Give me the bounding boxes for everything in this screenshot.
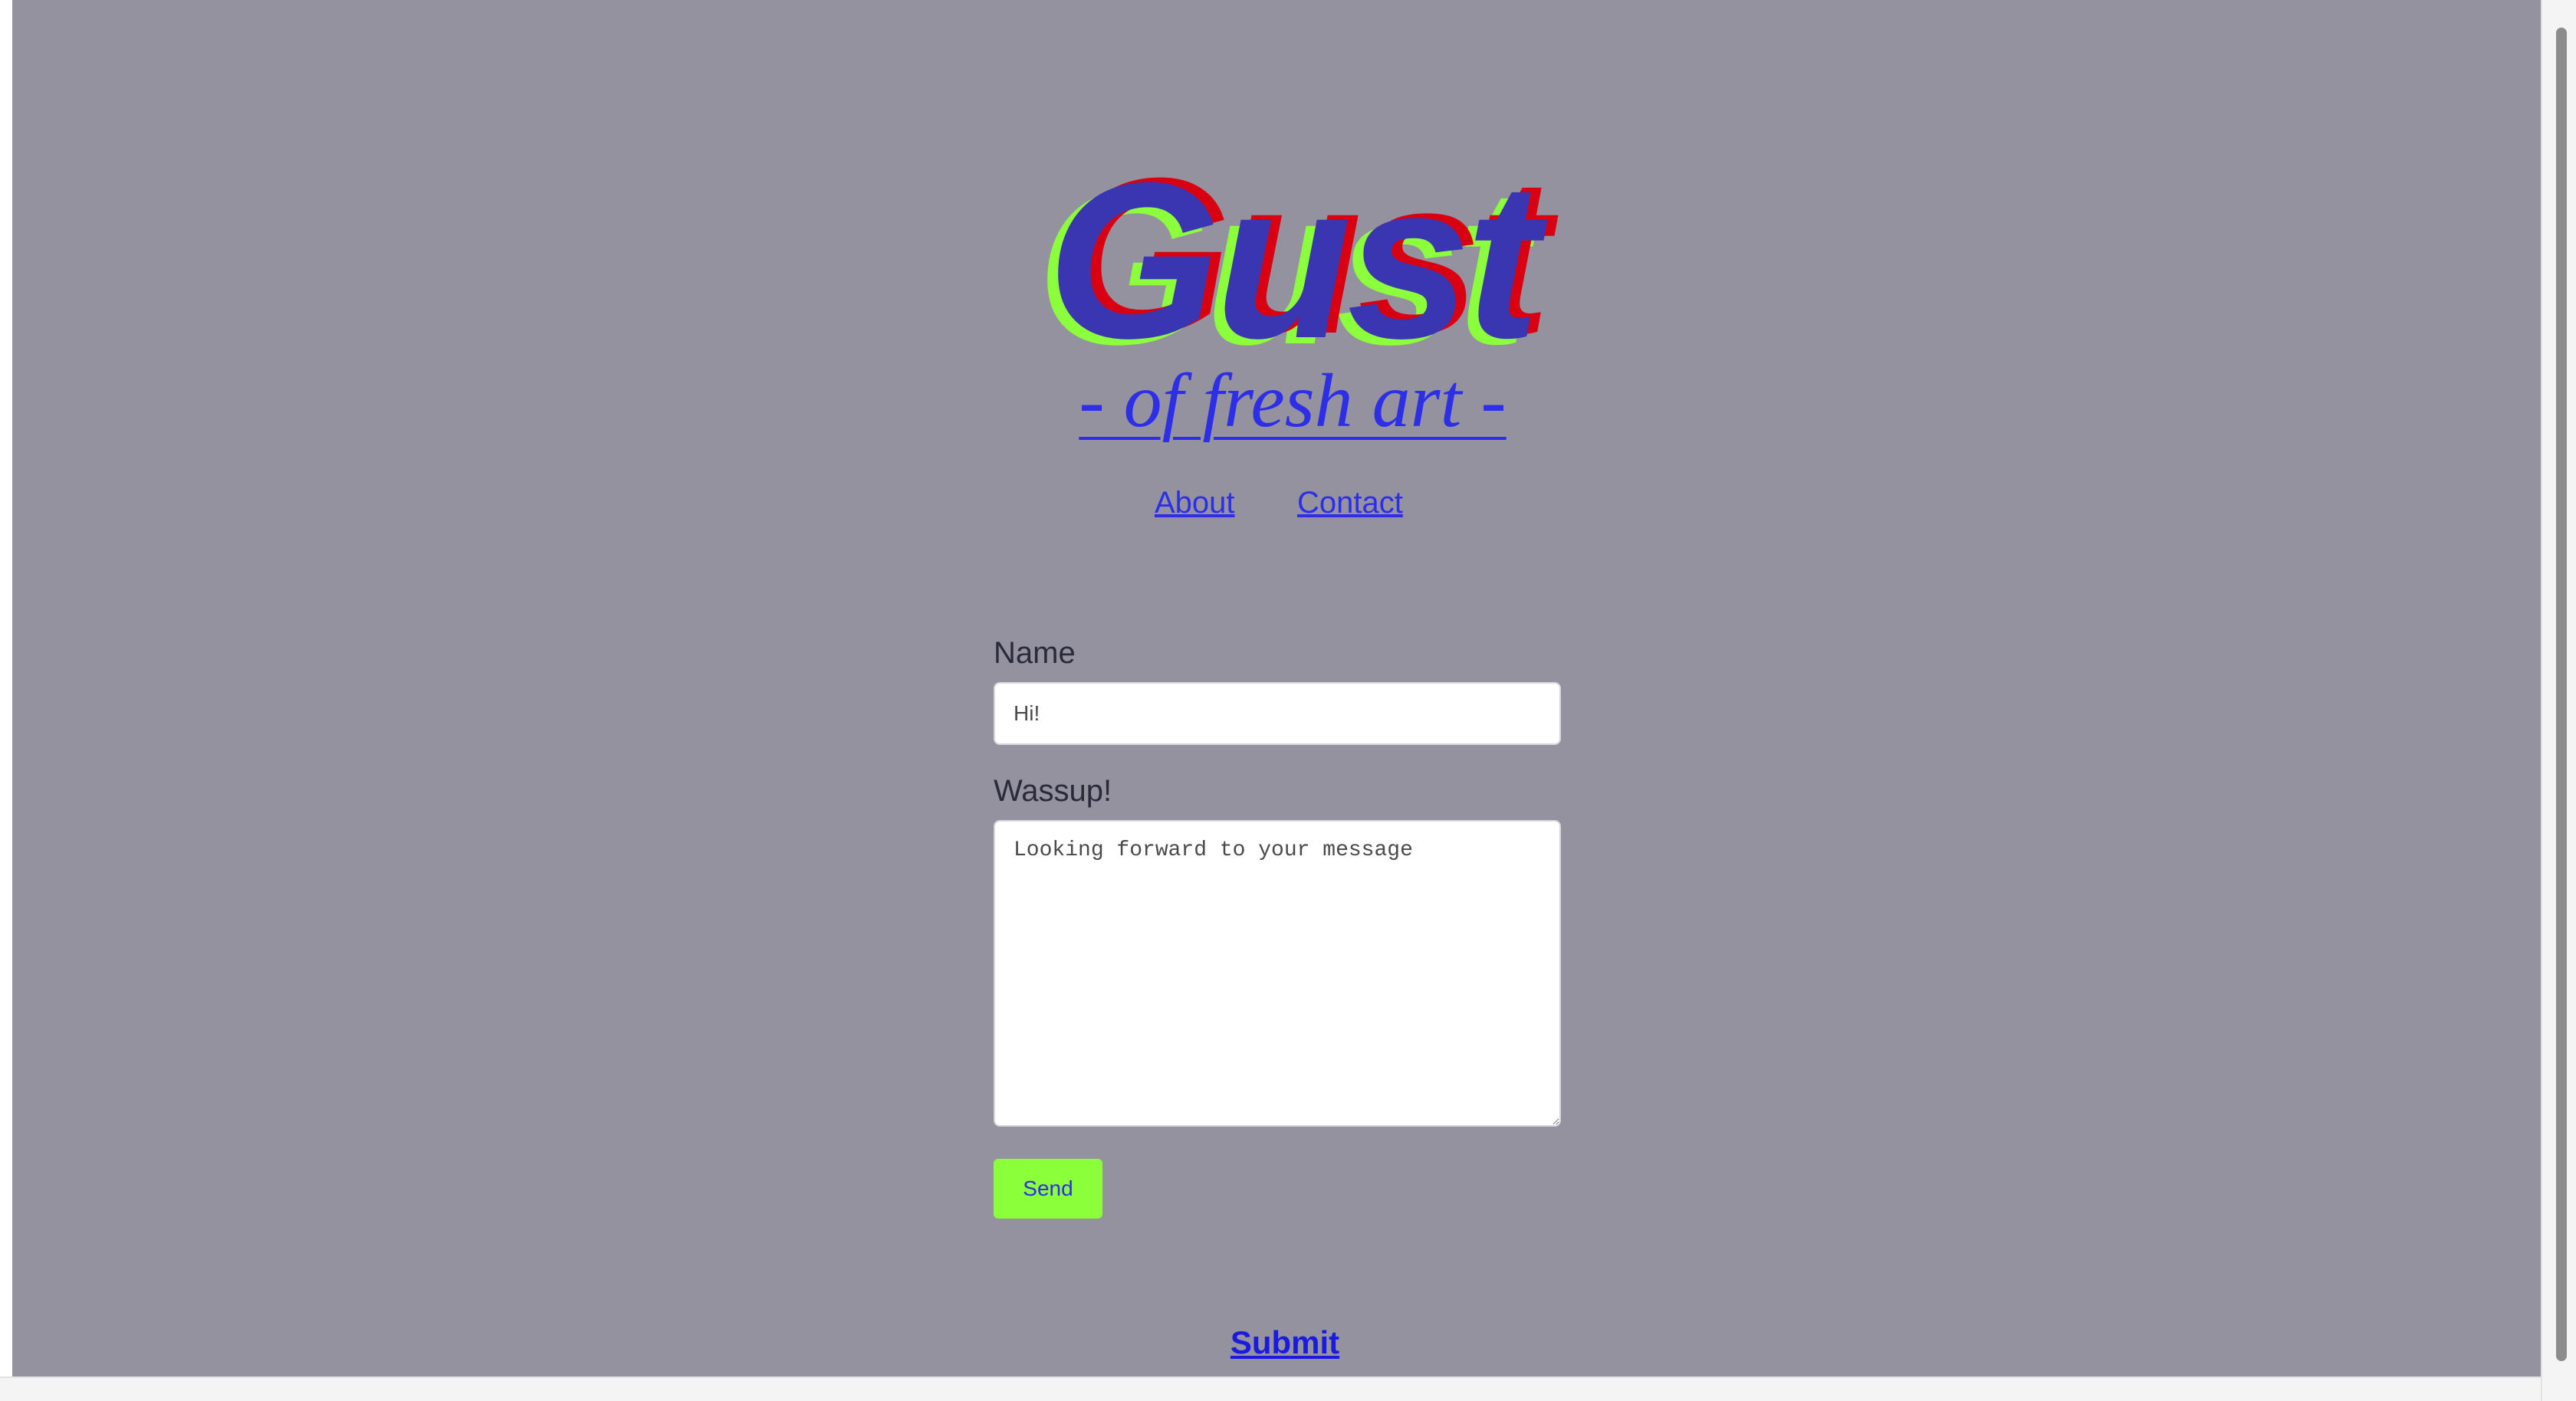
submit-link[interactable]: Submit (1224, 1318, 1346, 1367)
main-nav: About Contact (1155, 480, 1431, 526)
message-textarea[interactable] (994, 820, 1561, 1127)
message-label: Wassup! (994, 774, 1112, 808)
nav-link-about[interactable]: About (1155, 480, 1235, 526)
nav-link-contact[interactable]: Contact (1297, 480, 1403, 526)
horizontal-scrollbar-track (0, 1376, 2541, 1401)
scrollbar-thumb[interactable] (2556, 28, 2567, 1361)
vertical-scrollbar[interactable] (2541, 0, 2576, 1401)
logo-text: Gust (1047, 136, 1540, 385)
tagline-link[interactable]: - of fresh art - (1070, 359, 1515, 443)
name-input[interactable] (994, 682, 1561, 745)
name-label: Name (994, 636, 1076, 670)
page-background: Gust Gust Gust - of fresh art - About Co… (12, 0, 2541, 1376)
contact-form: Name Wassup! Send (994, 628, 1561, 1219)
send-button[interactable]: Send (994, 1159, 1102, 1219)
site-logo: Gust Gust Gust (1037, 145, 1551, 378)
